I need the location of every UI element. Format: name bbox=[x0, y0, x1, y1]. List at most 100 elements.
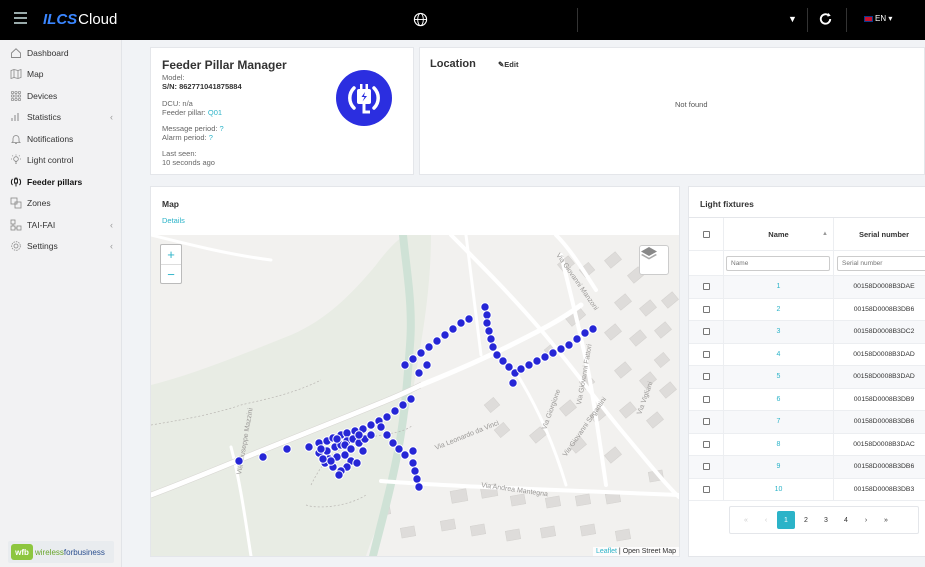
light-marker-icon[interactable] bbox=[532, 356, 542, 366]
last-page-button[interactable]: » bbox=[877, 511, 895, 529]
globe-icon[interactable] bbox=[413, 12, 428, 27]
row-checkbox[interactable] bbox=[703, 328, 710, 336]
light-marker-icon[interactable] bbox=[332, 434, 342, 444]
menu-icon[interactable] bbox=[14, 12, 27, 24]
select-all-checkbox[interactable] bbox=[703, 230, 710, 238]
sidebar-item-light-control[interactable]: Light control bbox=[0, 150, 121, 172]
page-3-button[interactable]: 3 bbox=[817, 511, 835, 529]
map-layers-button[interactable] bbox=[639, 245, 669, 275]
light-marker-icon[interactable] bbox=[382, 412, 392, 422]
name-filter-input[interactable] bbox=[726, 255, 830, 271]
table-row[interactable]: 5 00158D0008B3DAD bbox=[689, 366, 925, 389]
light-marker-icon[interactable] bbox=[486, 334, 496, 344]
light-marker-icon[interactable] bbox=[408, 458, 418, 468]
light-marker-icon[interactable] bbox=[358, 446, 368, 456]
table-row[interactable]: 10 00158D0008B3DB3 bbox=[689, 478, 925, 501]
sidebar-item-devices[interactable]: Devices bbox=[0, 85, 121, 107]
sidebar-item-zones[interactable]: Zones bbox=[0, 193, 121, 215]
light-marker-icon[interactable] bbox=[318, 454, 328, 464]
prev-page-button[interactable]: ‹ bbox=[757, 511, 775, 529]
page-1-button[interactable]: 1 bbox=[777, 511, 795, 529]
light-marker-icon[interactable] bbox=[334, 470, 344, 480]
fixture-name-link[interactable]: 3 bbox=[724, 328, 833, 335]
row-checkbox[interactable] bbox=[703, 463, 710, 471]
light-marker-icon[interactable] bbox=[400, 450, 410, 460]
light-marker-icon[interactable] bbox=[540, 352, 550, 362]
light-marker-icon[interactable] bbox=[482, 318, 492, 328]
alarm-period-value[interactable]: ? bbox=[209, 133, 213, 142]
leaflet-link[interactable]: Leaflet bbox=[596, 548, 617, 555]
light-marker-icon[interactable] bbox=[316, 444, 326, 454]
fixture-name-link[interactable]: 2 bbox=[724, 306, 833, 313]
row-checkbox[interactable] bbox=[703, 440, 710, 448]
fixture-name-link[interactable]: 7 bbox=[724, 418, 833, 425]
light-marker-icon[interactable] bbox=[422, 360, 432, 370]
light-marker-icon[interactable] bbox=[406, 394, 416, 404]
light-marker-icon[interactable] bbox=[572, 334, 582, 344]
light-marker-icon[interactable] bbox=[480, 302, 490, 312]
light-marker-icon[interactable] bbox=[588, 324, 598, 334]
table-row[interactable]: 9 00158D0008B3DB6 bbox=[689, 456, 925, 479]
chevron-down-icon[interactable]: ▼ bbox=[788, 14, 797, 24]
light-marker-icon[interactable] bbox=[398, 400, 408, 410]
light-marker-icon[interactable] bbox=[346, 444, 356, 454]
fixture-name-link[interactable]: 10 bbox=[724, 486, 833, 493]
light-marker-icon[interactable] bbox=[414, 482, 424, 492]
light-marker-icon[interactable] bbox=[390, 406, 400, 416]
edit-location-button[interactable]: ✎Edit bbox=[498, 60, 518, 69]
light-marker-icon[interactable] bbox=[464, 314, 474, 324]
refresh-icon[interactable] bbox=[817, 10, 834, 28]
row-checkbox[interactable] bbox=[703, 350, 710, 358]
light-marker-icon[interactable] bbox=[556, 344, 566, 354]
light-marker-icon[interactable] bbox=[234, 456, 244, 466]
table-row[interactable]: 1 00158D0008B3DAE bbox=[689, 276, 925, 299]
app-logo[interactable]: ILCSCloud bbox=[43, 11, 117, 28]
first-page-button[interactable]: « bbox=[737, 511, 755, 529]
row-checkbox[interactable] bbox=[703, 283, 710, 291]
light-marker-icon[interactable] bbox=[508, 378, 518, 388]
light-marker-icon[interactable] bbox=[484, 326, 494, 336]
light-marker-icon[interactable] bbox=[580, 328, 590, 338]
light-marker-icon[interactable] bbox=[326, 456, 336, 466]
sidebar-item-notifications[interactable]: Notifications bbox=[0, 128, 121, 150]
row-checkbox[interactable] bbox=[703, 373, 710, 381]
row-checkbox[interactable] bbox=[703, 485, 710, 493]
map-view[interactable]: Via Leonardo da Vinci Via Andrea Mantegn… bbox=[151, 235, 679, 556]
table-row[interactable]: 4 00158D0008B3DAD bbox=[689, 343, 925, 366]
light-marker-icon[interactable] bbox=[488, 342, 498, 352]
page-2-button[interactable]: 2 bbox=[797, 511, 815, 529]
light-marker-icon[interactable] bbox=[352, 458, 362, 468]
light-marker-icon[interactable] bbox=[376, 422, 386, 432]
row-checkbox[interactable] bbox=[703, 418, 710, 426]
zoom-in-button[interactable]: + bbox=[161, 245, 181, 264]
zoom-out-button[interactable]: − bbox=[161, 264, 181, 283]
table-row[interactable]: 2 00158D0008B3DB6 bbox=[689, 298, 925, 321]
next-page-button[interactable]: › bbox=[857, 511, 875, 529]
column-header-serial[interactable]: Serial number bbox=[834, 230, 925, 239]
light-marker-icon[interactable] bbox=[258, 452, 268, 462]
light-marker-icon[interactable] bbox=[282, 444, 292, 454]
fixture-name-link[interactable]: 9 bbox=[724, 463, 833, 470]
light-marker-icon[interactable] bbox=[456, 318, 466, 328]
light-marker-icon[interactable] bbox=[382, 430, 392, 440]
sidebar-item-feeder-pillars[interactable]: Feeder pillars bbox=[0, 171, 121, 193]
sidebar-item-map[interactable]: Map bbox=[0, 64, 121, 86]
light-marker-icon[interactable] bbox=[440, 330, 450, 340]
table-row[interactable]: 7 00158D0008B3DB6 bbox=[689, 411, 925, 434]
map-details-link[interactable]: Details bbox=[162, 216, 185, 225]
serial-filter-input[interactable] bbox=[837, 255, 925, 271]
light-marker-icon[interactable] bbox=[366, 430, 376, 440]
page-4-button[interactable]: 4 bbox=[837, 511, 855, 529]
light-marker-icon[interactable] bbox=[416, 348, 426, 358]
light-marker-icon[interactable] bbox=[366, 420, 376, 430]
light-marker-icon[interactable] bbox=[432, 336, 442, 346]
row-checkbox[interactable] bbox=[703, 305, 710, 313]
light-marker-icon[interactable] bbox=[448, 324, 458, 334]
light-marker-icon[interactable] bbox=[400, 360, 410, 370]
sort-asc-icon[interactable]: ▲ bbox=[822, 231, 828, 237]
fixture-name-link[interactable]: 8 bbox=[724, 441, 833, 448]
fixture-name-link[interactable]: 4 bbox=[724, 351, 833, 358]
row-checkbox[interactable] bbox=[703, 395, 710, 403]
light-marker-icon[interactable] bbox=[516, 364, 526, 374]
feeder-pillar-link[interactable]: Q01 bbox=[208, 108, 222, 117]
